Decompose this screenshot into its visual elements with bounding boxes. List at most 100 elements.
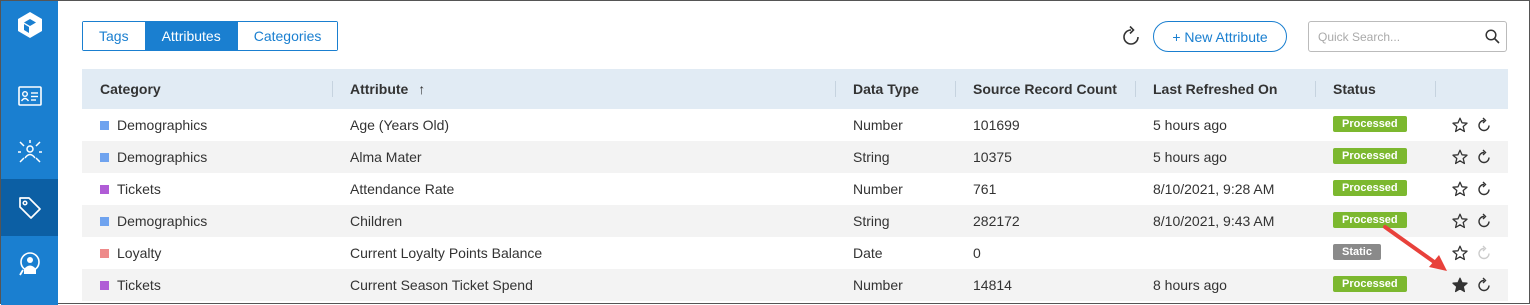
status-badge: Processed: [1333, 148, 1407, 164]
star-outline-icon[interactable]: [1452, 117, 1468, 133]
refresh-button[interactable]: [1119, 25, 1143, 49]
column-divider[interactable]: [1315, 81, 1316, 97]
refresh-icon[interactable]: [1476, 117, 1492, 133]
data-type: String: [853, 213, 890, 229]
category-color-swatch: [100, 121, 109, 130]
attribute-name[interactable]: Attendance Rate: [350, 173, 454, 205]
category-cell: Loyalty: [100, 237, 161, 269]
category-cell: Demographics: [100, 109, 207, 141]
status-badge: Static: [1333, 244, 1381, 260]
column-header-source-record-count[interactable]: Source Record Count: [973, 69, 1117, 109]
column-divider[interactable]: [1435, 81, 1436, 97]
contact-card-icon: [17, 85, 42, 106]
star-filled-icon[interactable]: [1452, 277, 1468, 293]
category-cell: Demographics: [100, 205, 207, 237]
status-badge: Processed: [1333, 180, 1407, 196]
refresh-icon[interactable]: [1476, 277, 1492, 293]
row-actions: [1452, 245, 1492, 261]
category-color-swatch: [100, 249, 109, 258]
category-cell: Demographics: [100, 141, 207, 173]
refresh-icon[interactable]: [1476, 149, 1492, 165]
data-type: Date: [853, 245, 883, 261]
network-hub-icon: [17, 139, 42, 163]
table-body: Demographics Age (Years Old) Number 101699 5…: [82, 109, 1508, 301]
category-color-swatch: [100, 185, 109, 194]
data-type: Number: [853, 277, 903, 293]
new-attribute-button[interactable]: + New Attribute: [1153, 21, 1287, 52]
category-label: Demographics: [117, 213, 208, 229]
refresh-icon[interactable]: [1476, 181, 1492, 197]
refresh-icon[interactable]: [1476, 213, 1492, 229]
last-refreshed: 8/10/2021, 9:28 AM: [1153, 181, 1275, 197]
column-divider[interactable]: [835, 81, 836, 97]
category-label: Tickets: [117, 277, 161, 293]
app-logo[interactable]: [1, 1, 58, 49]
tag-icon: [18, 196, 41, 219]
column-header-last-refreshed[interactable]: Last Refreshed On: [1153, 69, 1277, 109]
source-record-count: 761: [973, 181, 997, 197]
row-actions: [1452, 277, 1492, 293]
status-badge: Processed: [1333, 116, 1407, 132]
table-row[interactable]: Tickets Current Season Ticket Spend Number…: [82, 269, 1508, 301]
last-refreshed: 5 hours ago: [1153, 117, 1227, 133]
table-row[interactable]: Loyalty Current Loyalty Points Balance Dat…: [82, 237, 1508, 269]
sort-ascending-icon: ↑: [418, 81, 426, 97]
row-actions: [1452, 181, 1492, 197]
annotation-arrow-icon: [1383, 225, 1447, 271]
table-header: Category Attribute ↑ Data Type Source Re…: [82, 69, 1508, 109]
source-record-count: 14814: [973, 277, 1012, 293]
row-actions: [1452, 213, 1492, 229]
nav-item-audience[interactable]: [1, 235, 58, 292]
star-outline-icon[interactable]: [1452, 181, 1468, 197]
star-outline-icon[interactable]: [1452, 213, 1468, 229]
category-color-swatch: [100, 153, 109, 162]
refresh-icon: [1478, 245, 1490, 260]
category-cell: Tickets: [100, 173, 161, 205]
data-type: Number: [853, 181, 903, 197]
star-outline-icon[interactable]: [1452, 149, 1468, 165]
category-color-swatch: [100, 217, 109, 226]
table-row[interactable]: Tickets Attendance Rate Number 761 8/10/2021…: [82, 173, 1508, 205]
view-tabs: Tags Attributes Categories: [82, 21, 339, 51]
category-label: Tickets: [117, 181, 161, 197]
column-header-attribute[interactable]: Attribute ↑: [350, 69, 425, 109]
column-header-attribute-label: Attribute: [350, 81, 409, 97]
search-input[interactable]: [1316, 27, 1480, 47]
row-actions: [1452, 117, 1492, 133]
table-row[interactable]: Demographics Alma Mater String 10375 5 hours…: [82, 141, 1508, 173]
category-label: Demographics: [117, 117, 208, 133]
category-label: Loyalty: [117, 245, 162, 261]
status-badge: Processed: [1333, 276, 1407, 292]
column-divider[interactable]: [332, 81, 333, 97]
attribute-name[interactable]: Age (Years Old): [350, 109, 449, 141]
last-refreshed: 8 hours ago: [1153, 277, 1227, 293]
column-header-category[interactable]: Category: [100, 69, 161, 109]
nav-item-contacts[interactable]: [1, 67, 58, 124]
nav-item-network[interactable]: [1, 123, 58, 180]
column-header-data-type[interactable]: Data Type: [853, 69, 919, 109]
attribute-name[interactable]: Current Season Ticket Spend: [350, 269, 533, 301]
column-divider[interactable]: [1135, 81, 1136, 97]
table-row[interactable]: Demographics Age (Years Old) Number 101699 5…: [82, 109, 1508, 141]
tab-attributes[interactable]: Attributes: [145, 22, 238, 50]
star-outline-icon[interactable]: [1452, 245, 1468, 261]
last-refreshed: 5 hours ago: [1153, 149, 1227, 165]
source-record-count: 10375: [973, 149, 1012, 165]
attribute-name[interactable]: Current Loyalty Points Balance: [350, 237, 542, 269]
column-header-status[interactable]: Status: [1333, 69, 1376, 109]
tab-categories[interactable]: Categories: [237, 22, 338, 50]
category-label: Demographics: [117, 149, 208, 165]
table-row[interactable]: Demographics Children String 282172 8/10/202…: [82, 205, 1508, 237]
data-type: String: [853, 149, 890, 165]
attribute-name[interactable]: Children: [350, 205, 402, 237]
attribute-name[interactable]: Alma Mater: [350, 141, 422, 173]
search-icon[interactable]: [1485, 29, 1500, 44]
category-cell: Tickets: [100, 269, 161, 301]
column-divider[interactable]: [955, 81, 956, 97]
source-record-count: 0: [973, 245, 981, 261]
source-record-count: 101699: [973, 117, 1020, 133]
nav-item-tags[interactable]: [1, 179, 58, 236]
cube-logo-icon: [17, 12, 42, 38]
refresh-icon: [1123, 25, 1139, 45]
tab-tags[interactable]: Tags: [83, 22, 146, 50]
